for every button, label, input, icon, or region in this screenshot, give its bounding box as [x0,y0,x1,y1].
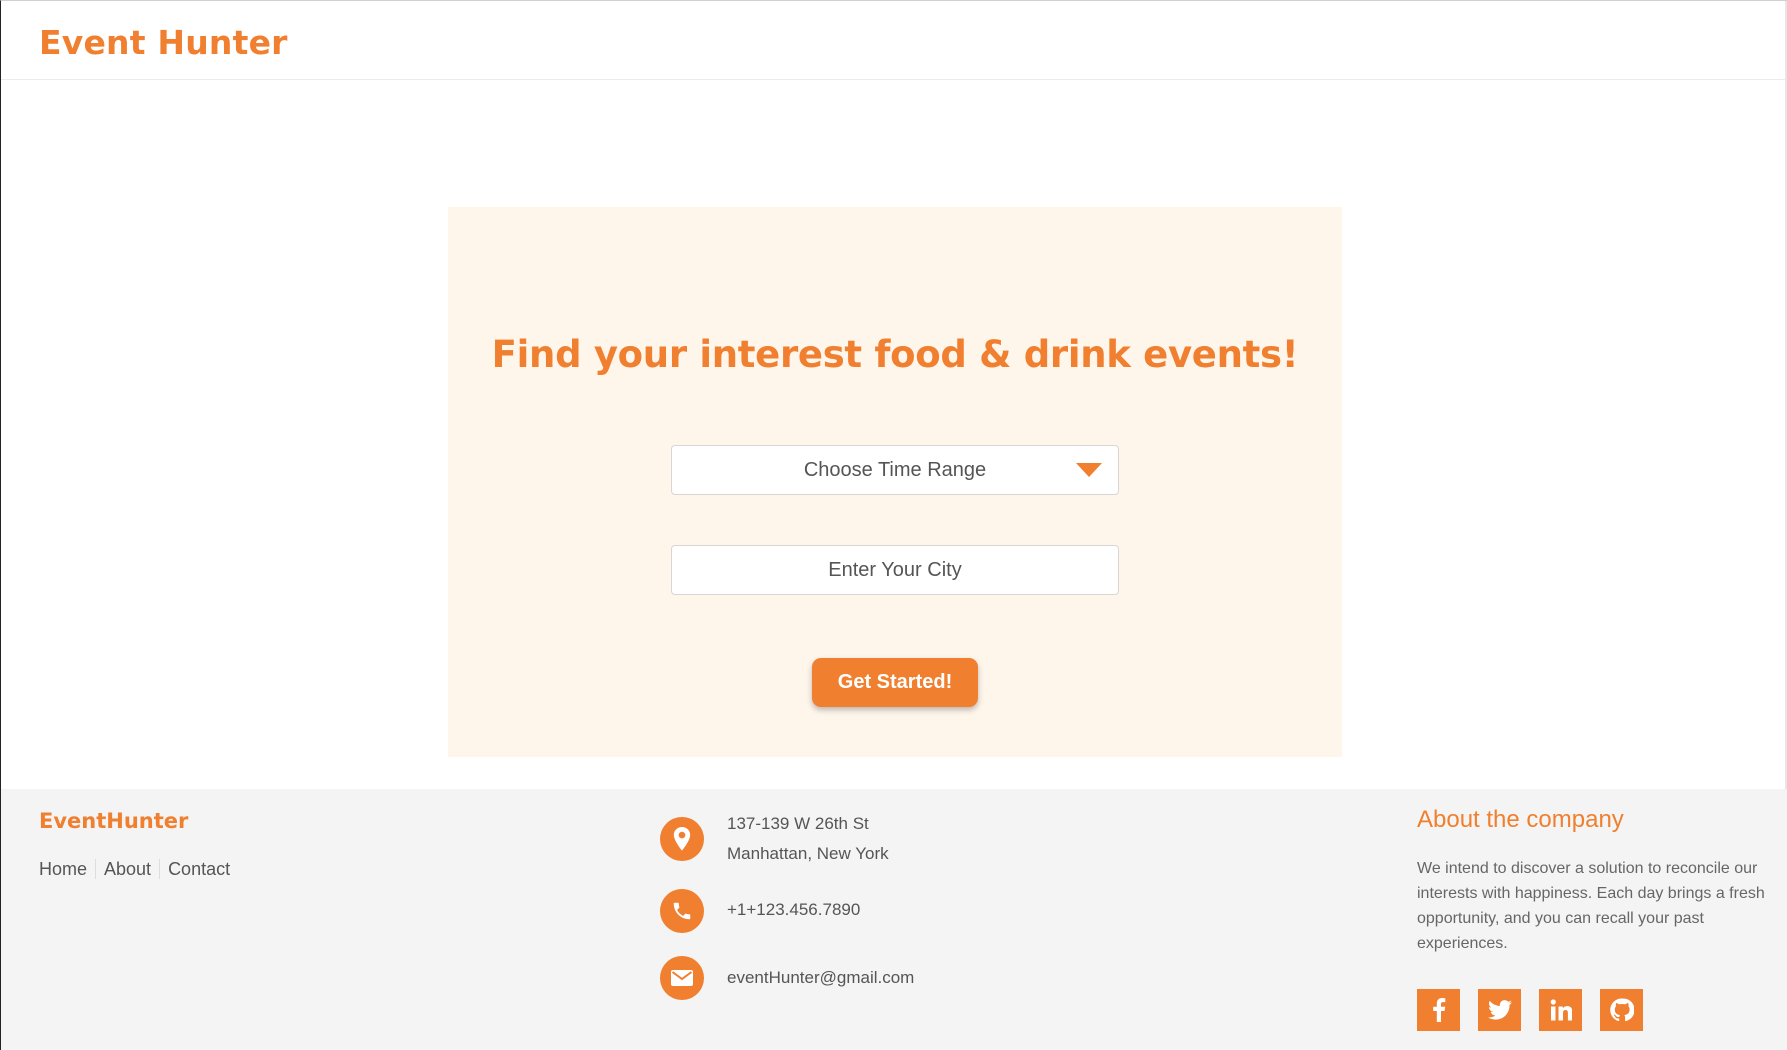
contact-address: 137-139 W 26th St Manhattan, New York [660,814,889,869]
footer-link-divider [159,859,161,879]
hero-title: Find your interest food & drink events! [491,333,1299,376]
city-input[interactable] [672,546,1118,595]
phone-icon [660,889,704,933]
email-address[interactable]: eventHunter@gmail.com [727,963,914,993]
brand-logo-text[interactable]: Event Hunter [39,23,288,62]
about-text: We intend to discover a solution to reco… [1417,860,1765,952]
caret-down-icon [1076,463,1102,477]
footer-brand[interactable]: EventHunter [39,809,188,833]
linkedin-icon[interactable] [1539,989,1582,1031]
phone-number[interactable]: +1+123.456.7890 [727,895,860,925]
address-line-1: 137-139 W 26th St [727,814,869,833]
contact-phone: +1+123.456.7890 [660,889,860,933]
footer-link-about[interactable]: About [104,859,151,880]
about-title: About the company [1417,806,1624,833]
top-navbar: Event Hunter [1,1,1787,80]
footer: EventHunter Home About Contact 137-139 W… [1,789,1787,1050]
time-range-select[interactable]: Choose Time Range [671,445,1119,495]
footer-nav: Home About Contact [39,859,230,880]
page: Event Hunter Find your interest food & d… [0,0,1787,1050]
address-line-2: Manhattan, New York [727,844,889,863]
footer-link-contact[interactable]: Contact [168,859,230,880]
footer-link-divider [95,859,97,879]
github-icon[interactable] [1600,989,1643,1031]
social-links [1417,989,1643,1031]
city-field[interactable] [671,545,1119,595]
contact-email: eventHunter@gmail.com [660,956,914,1000]
time-range-selected-value: Choose Time Range [803,459,987,481]
search-hero-panel: Find your interest food & drink events! … [448,207,1342,757]
facebook-icon[interactable] [1417,989,1460,1031]
get-started-button[interactable]: Get Started! [812,658,978,707]
envelope-icon [660,956,704,1000]
footer-link-home[interactable]: Home [39,859,87,880]
location-pin-icon [660,817,704,861]
twitter-icon[interactable] [1478,989,1521,1031]
